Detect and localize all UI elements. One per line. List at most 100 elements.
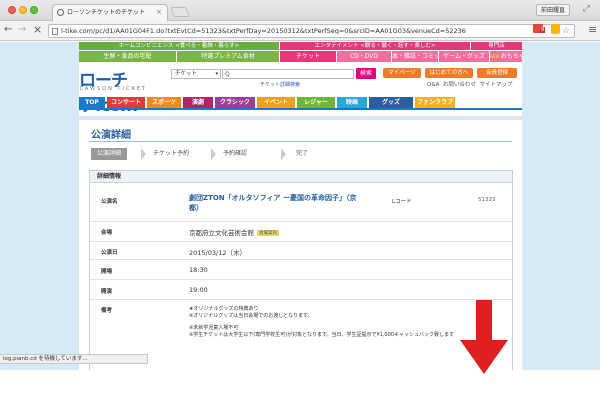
close-window-icon[interactable]: [8, 6, 16, 14]
status-bar: log.pianb.cd を待機しています...: [0, 354, 148, 364]
new-badge: NEW: [490, 54, 501, 59]
nav-fanclub[interactable]: ファンクラブ: [415, 97, 455, 108]
search-query: Q: [225, 71, 230, 78]
row-date: 公演日 2015/03/12（木）: [90, 243, 512, 260]
register-button[interactable]: 会員登録: [477, 68, 517, 78]
genre-nav: TOP コンサート スポーツ 演劇 クラシック イベント レジャー 映画 グッズ…: [79, 97, 522, 108]
detail-info-box: 詳細情報 公演名 劇団ZTON「オルタソフィア ー憂国の革命因子」（京都） Lコ…: [89, 170, 513, 370]
category-books[interactable]: 本・雑誌・コミック: [392, 51, 438, 62]
label-venue: 会場: [101, 230, 113, 236]
nav-classic[interactable]: クラシック: [215, 97, 255, 108]
step-arrow-icon: [281, 148, 286, 160]
zoom-window-icon[interactable]: [30, 6, 38, 14]
header-links: Q&A お問い合わせ サイトマップ: [427, 80, 512, 88]
label-lcode: Lコード: [392, 199, 412, 205]
chevron-down-icon: ▾: [215, 71, 218, 77]
browser-window: ローソンチケットのチケット × 前田耀直 ⤢ ← → × l-tike.com/…: [0, 0, 600, 370]
progress-steps: 公演詳細 チケット予約 予約確認 完了: [91, 148, 511, 160]
minimize-window-icon[interactable]: [19, 6, 27, 14]
address-bar[interactable]: l-tike.com/pc/d1/AA01G04F1.do?txtEvtCd=5…: [48, 24, 575, 38]
bookmark-star-icon[interactable]: ☆: [562, 25, 570, 37]
category-ticket[interactable]: チケット: [280, 51, 336, 62]
detail-heading: 詳細情報: [90, 171, 512, 183]
mail-count-badge: 9: [540, 27, 546, 33]
nav-theater[interactable]: 演劇: [183, 97, 213, 108]
title-divider: [89, 141, 512, 142]
search-input[interactable]: Q: [222, 69, 354, 79]
step-detail: 公演詳細: [91, 148, 128, 160]
label-date: 公演日: [101, 250, 118, 256]
step-arrow-icon: [141, 148, 146, 160]
category-entertainment[interactable]: エンタテイメント <観る・聴く・話す・楽しむ>: [280, 42, 470, 50]
nav-sports[interactable]: スポーツ: [147, 97, 181, 108]
row-venue: 会場 京都府立文化芸術会館 会場案内: [90, 223, 512, 242]
category-toys[interactable]: NEW おもちゃ: [490, 51, 522, 62]
label-notes: 備考: [101, 308, 113, 314]
category-bar-sub: 生鮮・食品の宅配 特選プレミアム食材 チケット CD・DVD 本・雑誌・コミック…: [79, 51, 522, 62]
page-icon: [52, 28, 58, 35]
profile-button[interactable]: 前田耀直: [535, 4, 570, 16]
label-performance: 公演名: [101, 199, 118, 205]
logo-subtext: LAWSON TICKET: [80, 86, 147, 92]
fullscreen-icon[interactable]: ⤢: [583, 4, 590, 14]
category-fresh-food[interactable]: 生鮮・食品の宅配: [79, 51, 176, 62]
performance-name: 劇団ZTON「オルタソフィア ー憂国の革命因子」（京都）: [189, 194, 357, 212]
stop-icon[interactable]: ×: [33, 24, 42, 36]
back-icon[interactable]: ←: [4, 24, 12, 36]
date-value: 2015/03/12（木）: [189, 249, 246, 257]
extension-icon[interactable]: [551, 24, 560, 34]
start-value: 19:00: [189, 286, 208, 294]
nav-underline: [79, 108, 522, 110]
forward-icon[interactable]: →: [18, 24, 26, 36]
browser-tab[interactable]: ローソンチケットのチケット ×: [52, 4, 168, 21]
row-start: 開演 19:00: [90, 281, 512, 300]
nav-movie[interactable]: 映画: [337, 97, 367, 108]
tab-close-icon[interactable]: ×: [156, 5, 162, 20]
nav-event[interactable]: イベント: [257, 97, 295, 108]
contact-link[interactable]: お問い合わせ: [443, 82, 476, 88]
tab-strip: ローソンチケットのチケット × 前田耀直 ⤢: [0, 0, 600, 21]
lawson-ticket-logo[interactable]: ローチケ.com LAWSON TICKET: [79, 66, 155, 116]
site-header: ホームコンビニエンス <食べる・着飾・暮らす> エンタテイメント <観る・聴く・…: [79, 42, 522, 116]
first-time-button[interactable]: はじめての方へ: [425, 68, 473, 78]
loading-spinner-icon: [57, 9, 64, 16]
main-content: 公演詳細 公演詳細 チケット予約 予約確認 完了 詳細情報 公演名 劇団ZTON…: [79, 120, 522, 370]
qa-link[interactable]: Q&A: [427, 82, 439, 88]
nav-concert[interactable]: コンサート: [107, 97, 145, 108]
step-reserve: チケット予約: [153, 150, 190, 157]
venue-guide-badge[interactable]: 会場案内: [257, 230, 279, 236]
nav-leisure[interactable]: レジャー: [297, 97, 335, 108]
category-cd-dvd[interactable]: CD・DVD: [337, 51, 391, 62]
open-value: 18:30: [189, 266, 208, 274]
nav-top[interactable]: TOP: [79, 97, 105, 108]
menu-icon[interactable]: ≡: [588, 23, 597, 36]
label-open: 開場: [101, 269, 113, 275]
detail-search-link[interactable]: チケット詳細検索: [260, 81, 300, 88]
search-category-select[interactable]: チケット ▾: [171, 69, 221, 79]
venue-name: 京都府立文化芸術会館: [189, 229, 254, 237]
category-games[interactable]: ゲーム・グッズ: [439, 51, 489, 62]
category-specialty[interactable]: 専門店: [471, 42, 522, 50]
new-tab-button[interactable]: [170, 7, 190, 17]
nav-goods[interactable]: グッズ: [369, 97, 413, 108]
step-complete: 完了: [296, 150, 309, 157]
search-category-value: チケット: [175, 71, 198, 77]
category-bar-top: ホームコンビニエンス <食べる・着飾・暮らす> エンタテイメント <観る・聴く・…: [79, 42, 522, 50]
page-title: 公演詳細: [91, 130, 131, 141]
row-notes: 備考 ★オリジナルグッズの特典あり ※オリジナルグッズは当日会場でのお渡しとなり…: [90, 301, 512, 359]
page-viewport: ホームコンビニエンス <食べる・着飾・暮らす> エンタテイメント <観る・聴く・…: [0, 42, 600, 370]
search-button[interactable]: 検索: [356, 68, 376, 79]
category-premium-food[interactable]: 特選プレミアム食材: [177, 51, 279, 62]
url-text: l-tike.com/pc/d1/AA01G04F1.do?txtEvtCd=5…: [61, 27, 466, 35]
step-arrow-icon: [211, 148, 216, 160]
sitemap-link[interactable]: サイトマップ: [479, 82, 512, 88]
category-home-convenience[interactable]: ホームコンビニエンス <食べる・着飾・暮らす>: [79, 42, 279, 50]
red-down-arrow-icon: [460, 300, 508, 374]
row-open: 開場 18:30: [90, 261, 512, 280]
step-confirm: 予約確認: [223, 150, 248, 157]
tab-title: ローソンチケットのチケット: [67, 9, 146, 16]
mypage-button[interactable]: マイページ: [383, 68, 421, 78]
browser-toolbar: ← → × l-tike.com/pc/d1/AA01G04F1.do?txtE…: [0, 21, 600, 41]
label-start: 開演: [101, 289, 113, 295]
lcode-value: 51323: [478, 197, 496, 203]
